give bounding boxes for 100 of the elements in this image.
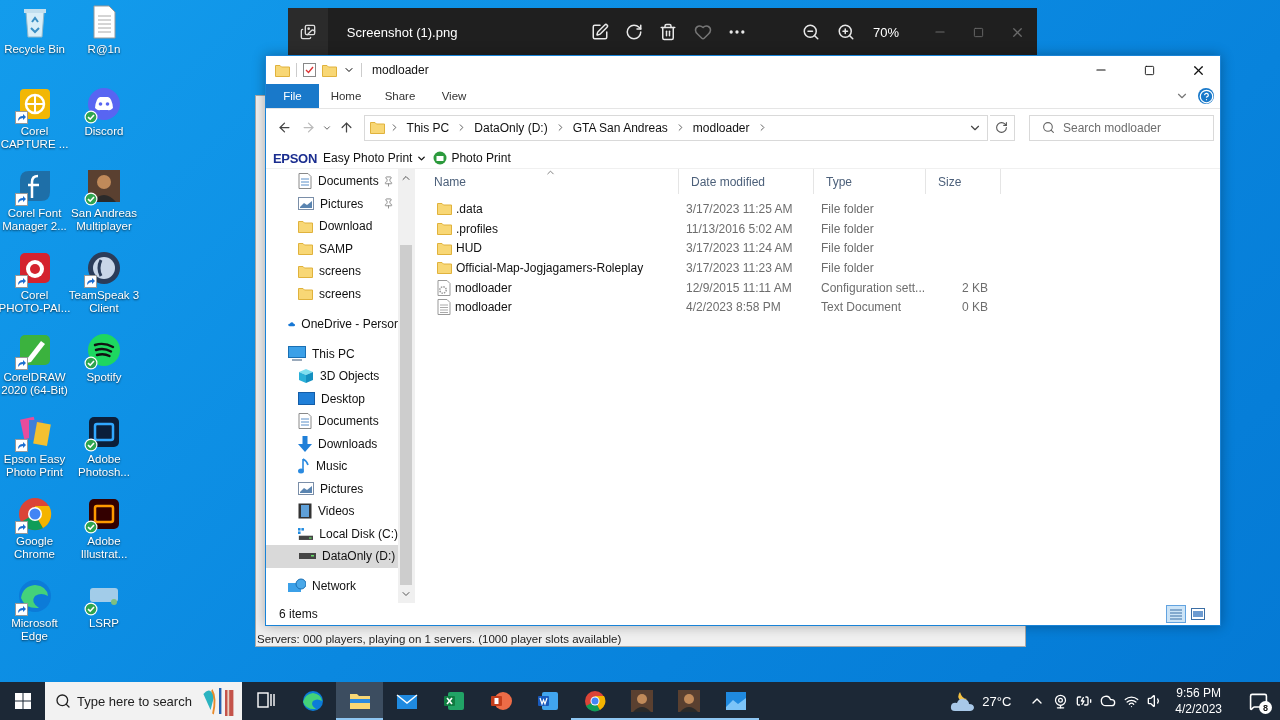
nav-item[interactable]: This PC [266,342,398,365]
ribbon-tab[interactable]: View [427,84,481,108]
battery-icon[interactable] [1076,693,1093,709]
back-icon[interactable] [277,120,293,135]
wifi-icon[interactable] [1124,693,1140,709]
nav-item[interactable]: Downloads [266,432,398,455]
nav-item[interactable]: Pictures [266,192,398,215]
file-menu-tab[interactable]: File [266,84,319,108]
nav-item[interactable]: SAMP [266,237,398,260]
printer-icon [433,151,448,165]
breadcrumb-item[interactable]: This PC [403,120,453,135]
refresh-button[interactable] [989,114,1015,141]
file-name[interactable]: modloader [422,279,679,296]
photo-print-menu[interactable]: Easy Photo Print [323,151,428,165]
nav-item[interactable]: OneDrive - Persor [266,312,398,335]
temperature[interactable]: 27°C [982,693,1012,709]
file-name[interactable]: HUD [422,241,679,256]
photo-print-button[interactable]: Photo Print [433,151,511,165]
folder-icon [437,202,452,216]
column-header[interactable]: Size [926,169,1001,194]
nav-item[interactable]: screens [266,260,398,283]
tiles-view-icon [1191,608,1205,620]
ribbon-tab[interactable]: Share [373,84,427,108]
column-header[interactable]: Type [814,169,926,194]
picture-icon [298,482,314,496]
computer-icon [288,345,306,362]
nav-item[interactable]: Local Disk (C:) [266,522,398,545]
file-name[interactable]: Official-Map-Jogjagamers-Roleplay [422,260,679,275]
file-name[interactable]: modloader [422,299,679,316]
column-header[interactable]: Name [422,169,679,194]
ribbon-tab[interactable]: Home [319,84,373,108]
rotate-icon[interactable] [624,23,643,41]
folder-icon [437,261,452,275]
photos-app-icon [299,24,316,40]
app-icon-tile[interactable] [288,8,328,56]
document-app-icon [535,689,560,713]
network-icon [288,578,306,595]
nav-item[interactable]: Network [266,575,398,598]
nav-item[interactable]: Documents [266,410,398,433]
notification-count: 8 [1259,701,1272,714]
file-name[interactable]: .profiles [422,221,679,236]
type-cell-text: Configuration sett... [820,280,927,295]
weather-icon [950,690,977,712]
text-file-icon [437,299,451,316]
app-tile-icon [86,414,122,450]
new-folder-icon [322,63,337,77]
document-icon [298,413,312,430]
date-cell-text: 12/9/2015 11:11 AM [685,280,793,295]
size-cell-text: 2 KB [961,280,988,295]
delete-icon[interactable] [659,23,678,41]
nav-item[interactable]: DataOnly (D:) [266,545,398,568]
nav-item[interactable]: Documents [266,170,398,193]
date-cell-text: 3/17/2023 11:23 AM [685,260,794,275]
clock-date[interactable]: 4/2/2023 [1175,701,1222,717]
search-box[interactable]: Search modloader [1029,114,1214,141]
webcam-icon[interactable] [1053,693,1069,709]
breadcrumb-item[interactable]: GTA San Andreas [569,120,671,135]
circle-logo-icon [582,689,607,713]
desktop-icon-label[interactable]: LSRP [68,617,140,630]
clock-time[interactable]: 9:56 PM [1176,685,1221,701]
details-view-icon [1169,608,1183,620]
type-cell-text: File folder [820,201,875,216]
file-name[interactable]: .data [422,201,679,216]
zoom-out-icon[interactable] [802,23,821,41]
edit-icon[interactable] [590,23,609,41]
nav-item[interactable]: 3D Objects [266,365,398,388]
taskbar-app[interactable] [336,682,383,720]
type-cell-text: File folder [820,260,875,275]
gamepad-icon [86,86,122,122]
maximize-icon[interactable] [1144,64,1155,76]
properties-icon [303,63,316,77]
windows-logo-icon [14,693,31,709]
nav-item[interactable]: Download [266,215,398,238]
nav-item[interactable]: screens [266,282,398,305]
address-bar[interactable]: This PC DataOnly (D:) GTA San Andreas modloader [363,114,988,141]
folder-icon [369,121,385,134]
nav-item[interactable]: Desktop [266,387,398,410]
help-button[interactable] [1198,88,1214,104]
date-cell-text: 11/13/2016 5:02 AM [685,221,794,236]
column-header[interactable]: Date modified [679,169,814,194]
cloud-icon[interactable] [1100,693,1117,709]
notifications-button[interactable]: 8 [1236,682,1280,720]
settings-file-icon [437,279,451,296]
heart-icon[interactable] [693,23,712,41]
wave-logo-icon [16,578,53,614]
breadcrumb-item[interactable]: modloader [689,120,753,135]
cube-icon [298,368,314,385]
up-icon[interactable] [339,120,355,135]
folder-icon [437,222,452,236]
zoom-level[interactable]: 70% [873,24,921,40]
date-cell-text: 4/2/2023 8:58 PM [685,300,782,315]
nav-item[interactable]: Pictures [266,477,398,500]
nav-item[interactable]: Videos [266,500,398,523]
document-icon [298,173,312,190]
photo-icon [723,689,748,713]
view-button[interactable] [1188,605,1208,623]
zoom-in-icon[interactable] [836,23,855,41]
folder-icon [437,241,452,255]
nav-item[interactable]: Music [266,455,398,478]
breadcrumb-item[interactable]: DataOnly (D:) [471,120,551,135]
